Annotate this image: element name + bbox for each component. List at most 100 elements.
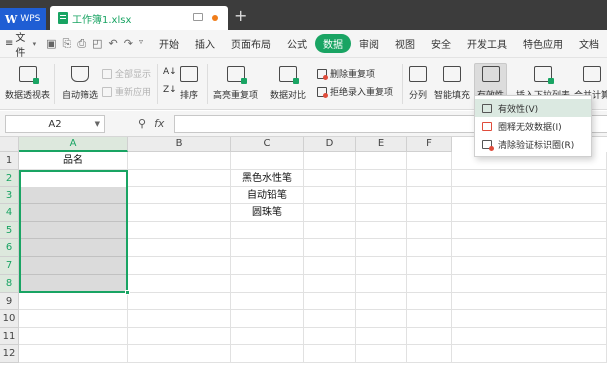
row-header-5[interactable]: 5 (0, 222, 19, 239)
grid-cell[interactable] (356, 239, 407, 257)
grid-cell[interactable] (407, 293, 452, 310)
grid-cell[interactable] (231, 293, 304, 310)
column-header-f[interactable]: F (407, 137, 452, 152)
preview-icon[interactable]: ◰ (92, 37, 102, 51)
grid-cell[interactable] (304, 345, 356, 363)
tab-document[interactable]: 文档 (571, 36, 607, 51)
fill-handle[interactable] (125, 290, 130, 295)
grid-cell[interactable] (304, 257, 356, 275)
wps-home-tab[interactable]: W WPS (0, 8, 46, 30)
document-tab[interactable]: 工作簿1.xlsx (50, 6, 228, 30)
grid-cell[interactable] (356, 257, 407, 275)
select-all-corner[interactable] (0, 137, 19, 152)
grid-cell[interactable] (128, 187, 231, 204)
grid-cell[interactable] (356, 170, 407, 187)
grid-cell[interactable] (231, 310, 304, 328)
grid-cell[interactable] (19, 222, 128, 239)
grid-cell[interactable] (19, 293, 128, 310)
row-header-4[interactable]: 4 (0, 204, 19, 222)
grid-cell[interactable] (19, 239, 128, 257)
grid-cell[interactable] (304, 239, 356, 257)
grid-cell[interactable] (356, 310, 407, 328)
grid-cell[interactable] (452, 187, 607, 204)
grid-cell[interactable] (452, 170, 607, 187)
grid-cell[interactable] (19, 170, 128, 187)
grid-cell[interactable] (128, 239, 231, 257)
grid-cell[interactable] (407, 328, 452, 345)
grid-cell[interactable] (128, 310, 231, 328)
tab-formulas[interactable]: 公式 (279, 36, 315, 51)
menu-item-circle-invalid[interactable]: 圈释无效数据(I) (475, 117, 591, 135)
grid-cell[interactable] (128, 204, 231, 222)
fx-button[interactable]: fx (154, 117, 164, 130)
grid-cell[interactable] (128, 170, 231, 187)
grid-cell[interactable] (304, 222, 356, 239)
zoom-icon[interactable]: ⚲ (138, 117, 146, 130)
grid-cell[interactable] (407, 275, 452, 293)
add-tab-button[interactable]: + (234, 8, 247, 24)
row-header-6[interactable]: 6 (0, 239, 19, 257)
grid-cell[interactable] (356, 152, 407, 170)
grid-cell[interactable] (407, 222, 452, 239)
grid-cell[interactable] (128, 222, 231, 239)
grid-cell[interactable] (356, 345, 407, 363)
grid-cell[interactable] (231, 257, 304, 275)
grid-cell[interactable] (128, 275, 231, 293)
tab-view[interactable]: 视图 (387, 36, 423, 51)
reject-duplicates-button[interactable]: 拒绝录入重复项 (317, 85, 393, 98)
row-header-11[interactable]: 11 (0, 328, 19, 345)
grid-cell[interactable] (128, 152, 231, 170)
column-header-b[interactable]: B (128, 137, 231, 152)
grid-cell[interactable] (304, 275, 356, 293)
customize-icon[interactable]: ▿ (139, 37, 143, 51)
grid-cell[interactable] (19, 187, 128, 204)
grid-cell[interactable] (356, 328, 407, 345)
cell-c4[interactable]: 圆珠笔 (231, 204, 304, 222)
row-header-1[interactable]: 1 (0, 152, 19, 170)
tab-home[interactable]: 开始 (151, 36, 187, 51)
grid-cell[interactable] (128, 328, 231, 345)
reapply-button[interactable]: 重新应用 (102, 85, 151, 98)
grid-cell[interactable] (304, 170, 356, 187)
grid-cell[interactable] (19, 328, 128, 345)
column-header-e[interactable]: E (356, 137, 407, 152)
undo-icon[interactable]: ↶ (109, 37, 118, 51)
row-header-9[interactable]: 9 (0, 293, 19, 310)
grid-cell[interactable] (19, 257, 128, 275)
sort-asc-button[interactable]: A↓ (163, 67, 177, 77)
grid-cell[interactable] (19, 345, 128, 363)
chevron-down-icon[interactable]: ▼ (95, 120, 100, 128)
name-box[interactable]: A2 ▼ (5, 115, 105, 133)
row-header-3[interactable]: 3 (0, 187, 19, 204)
grid-cell[interactable] (407, 257, 452, 275)
grid-cell[interactable] (231, 152, 304, 170)
save-icon[interactable]: ▣ (46, 37, 56, 51)
row-header-10[interactable]: 10 (0, 310, 19, 328)
show-all-button[interactable]: 全部显示 (102, 67, 151, 80)
grid-cell[interactable] (128, 345, 231, 363)
grid-cell[interactable] (128, 293, 231, 310)
highlight-duplicates-button[interactable]: 高亮重复项 (213, 66, 258, 101)
grid-cell[interactable] (304, 310, 356, 328)
grid-cell[interactable] (407, 239, 452, 257)
menu-item-validation[interactable]: 有效性(V) (475, 99, 591, 117)
tab-page-layout[interactable]: 页面布局 (223, 36, 279, 51)
grid-cell[interactable] (304, 328, 356, 345)
grid-cell[interactable] (356, 222, 407, 239)
row-header-8[interactable]: 8 (0, 275, 19, 293)
grid-cell[interactable] (452, 239, 607, 257)
tab-review[interactable]: 审阅 (351, 36, 387, 51)
pivot-table-button[interactable]: 数据透视表 (5, 66, 50, 101)
file-menu[interactable]: 文件 (15, 29, 30, 59)
grid-cell[interactable] (231, 275, 304, 293)
grid-cell[interactable] (452, 328, 607, 345)
grid-cell[interactable] (356, 293, 407, 310)
grid-cell[interactable] (231, 345, 304, 363)
split-columns-button[interactable]: 分列 (409, 66, 427, 101)
print-icon[interactable]: ⎙ (77, 37, 86, 51)
cell-c2[interactable]: 黑色水性笔 (231, 170, 304, 187)
grid-cell[interactable] (452, 275, 607, 293)
grid-cell[interactable] (231, 222, 304, 239)
menu-item-clear-circles[interactable]: 清除验证标识圈(R) (475, 135, 591, 153)
monitor-icon[interactable] (193, 13, 203, 21)
